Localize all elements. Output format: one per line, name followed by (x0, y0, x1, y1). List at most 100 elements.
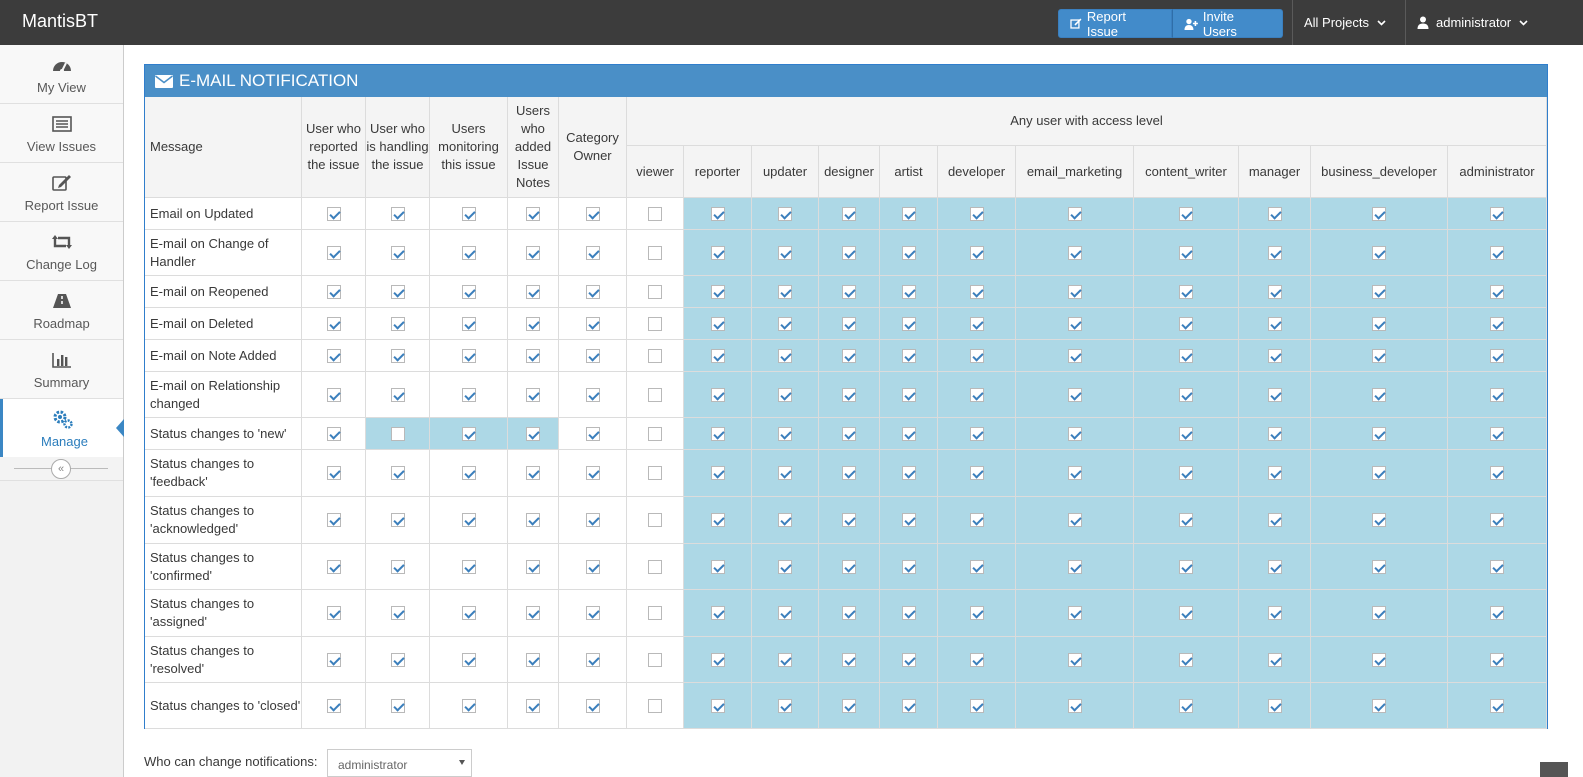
notification-checkbox-checked[interactable] (1372, 466, 1386, 480)
notification-checkbox-checked[interactable] (326, 206, 341, 221)
notification-checkbox-checked[interactable] (842, 284, 856, 299)
notification-checkbox-unchecked[interactable] (390, 426, 405, 441)
notification-checkbox-checked[interactable] (390, 387, 405, 402)
notification-checkbox-checked[interactable] (1067, 652, 1082, 667)
notification-checkbox-checked[interactable] (901, 652, 916, 667)
notification-checkbox-checked[interactable] (1490, 348, 1504, 363)
notification-checkbox-checked[interactable] (461, 316, 476, 331)
notification-checkbox-checked[interactable] (778, 206, 792, 221)
notification-checkbox-checked[interactable] (526, 316, 540, 331)
notification-checkbox-checked[interactable] (461, 559, 476, 574)
notification-checkbox-checked[interactable] (1490, 698, 1504, 713)
notification-checkbox-checked[interactable] (1267, 513, 1282, 527)
notification-checkbox-checked[interactable] (842, 466, 856, 480)
notification-checkbox-checked[interactable] (778, 606, 792, 620)
notification-checkbox-checked[interactable] (1179, 559, 1193, 574)
notification-checkbox-checked[interactable] (969, 466, 984, 480)
notification-checkbox-checked[interactable] (1372, 387, 1386, 402)
notification-checkbox-checked[interactable] (585, 652, 600, 667)
notification-checkbox-checked[interactable] (842, 426, 856, 441)
notification-checkbox-checked[interactable] (778, 316, 792, 331)
notification-checkbox-checked[interactable] (1372, 206, 1386, 221)
notification-checkbox-checked[interactable] (1490, 316, 1504, 331)
notification-checkbox-checked[interactable] (1372, 284, 1386, 299)
notification-checkbox-checked[interactable] (1372, 348, 1386, 363)
notification-checkbox-checked[interactable] (1372, 426, 1386, 441)
notification-checkbox-checked[interactable] (842, 316, 856, 331)
notification-checkbox-checked[interactable] (1372, 559, 1386, 574)
notification-checkbox-checked[interactable] (1067, 426, 1082, 441)
notification-checkbox-unchecked[interactable] (648, 652, 662, 667)
notification-checkbox-checked[interactable] (1267, 426, 1282, 441)
notification-checkbox-checked[interactable] (710, 316, 725, 331)
notification-checkbox-checked[interactable] (1372, 606, 1386, 620)
notification-checkbox-checked[interactable] (585, 245, 600, 260)
notification-checkbox-checked[interactable] (710, 206, 725, 221)
notification-checkbox-checked[interactable] (969, 652, 984, 667)
notification-checkbox-checked[interactable] (585, 698, 600, 713)
notification-checkbox-checked[interactable] (390, 206, 405, 221)
notification-checkbox-checked[interactable] (390, 698, 405, 713)
notification-checkbox-unchecked[interactable] (648, 466, 662, 480)
sidebar-item-manage[interactable]: Manage (0, 399, 124, 458)
notification-checkbox-checked[interactable] (1490, 284, 1504, 299)
notification-checkbox-checked[interactable] (710, 284, 725, 299)
notification-checkbox-checked[interactable] (1179, 652, 1193, 667)
notification-checkbox-checked[interactable] (326, 466, 341, 480)
notification-checkbox-checked[interactable] (390, 466, 405, 480)
notification-checkbox-checked[interactable] (585, 348, 600, 363)
sidebar-item-my-view[interactable]: My View (0, 45, 123, 104)
notification-checkbox-checked[interactable] (390, 652, 405, 667)
notification-checkbox-checked[interactable] (901, 466, 916, 480)
notification-checkbox-checked[interactable] (1179, 387, 1193, 402)
notification-checkbox-checked[interactable] (710, 387, 725, 402)
notification-checkbox-checked[interactable] (326, 652, 341, 667)
notification-checkbox-checked[interactable] (461, 426, 476, 441)
notification-checkbox-checked[interactable] (1179, 245, 1193, 260)
notification-checkbox-unchecked[interactable] (648, 348, 662, 363)
notification-checkbox-checked[interactable] (842, 387, 856, 402)
notification-checkbox-checked[interactable] (526, 466, 540, 480)
notification-checkbox-checked[interactable] (1067, 284, 1082, 299)
notification-checkbox-checked[interactable] (1490, 652, 1504, 667)
notification-checkbox-checked[interactable] (390, 606, 405, 620)
report-issue-button[interactable]: Report Issue (1058, 9, 1172, 39)
notification-checkbox-checked[interactable] (1490, 206, 1504, 221)
notification-checkbox-unchecked[interactable] (648, 698, 662, 713)
notification-checkbox-checked[interactable] (778, 698, 792, 713)
notification-checkbox-checked[interactable] (1490, 426, 1504, 441)
notification-checkbox-checked[interactable] (585, 466, 600, 480)
notification-checkbox-checked[interactable] (326, 606, 341, 620)
notification-checkbox-checked[interactable] (842, 206, 856, 221)
notification-checkbox-checked[interactable] (1490, 606, 1504, 620)
sidebar-item-change-log[interactable]: Change Log (0, 222, 123, 281)
notification-checkbox-checked[interactable] (326, 316, 341, 331)
sidebar-item-view-issues[interactable]: View Issues (0, 104, 123, 163)
notification-checkbox-checked[interactable] (1267, 206, 1282, 221)
notification-checkbox-checked[interactable] (1179, 206, 1193, 221)
notification-checkbox-checked[interactable] (1179, 284, 1193, 299)
sidebar-item-summary[interactable]: Summary (0, 340, 123, 399)
notification-checkbox-checked[interactable] (901, 559, 916, 574)
notification-checkbox-checked[interactable] (461, 206, 476, 221)
notification-checkbox-checked[interactable] (1490, 387, 1504, 402)
notification-checkbox-checked[interactable] (526, 606, 540, 620)
notification-checkbox-checked[interactable] (1372, 513, 1386, 527)
notification-checkbox-checked[interactable] (969, 426, 984, 441)
notification-checkbox-checked[interactable] (585, 426, 600, 441)
notification-checkbox-checked[interactable] (710, 245, 725, 260)
notification-checkbox-checked[interactable] (1372, 245, 1386, 260)
notification-checkbox-unchecked[interactable] (648, 245, 662, 260)
notification-checkbox-checked[interactable] (969, 606, 984, 620)
notification-checkbox-checked[interactable] (842, 698, 856, 713)
notification-checkbox-checked[interactable] (969, 387, 984, 402)
notification-checkbox-checked[interactable] (461, 466, 476, 480)
notification-checkbox-checked[interactable] (1179, 606, 1193, 620)
notification-checkbox-unchecked[interactable] (648, 426, 662, 441)
notification-checkbox-checked[interactable] (526, 284, 540, 299)
notification-checkbox-checked[interactable] (526, 348, 540, 363)
notification-checkbox-checked[interactable] (461, 348, 476, 363)
notification-checkbox-checked[interactable] (969, 316, 984, 331)
notification-checkbox-checked[interactable] (461, 652, 476, 667)
collapse-sidebar-icon[interactable]: « (51, 459, 71, 479)
